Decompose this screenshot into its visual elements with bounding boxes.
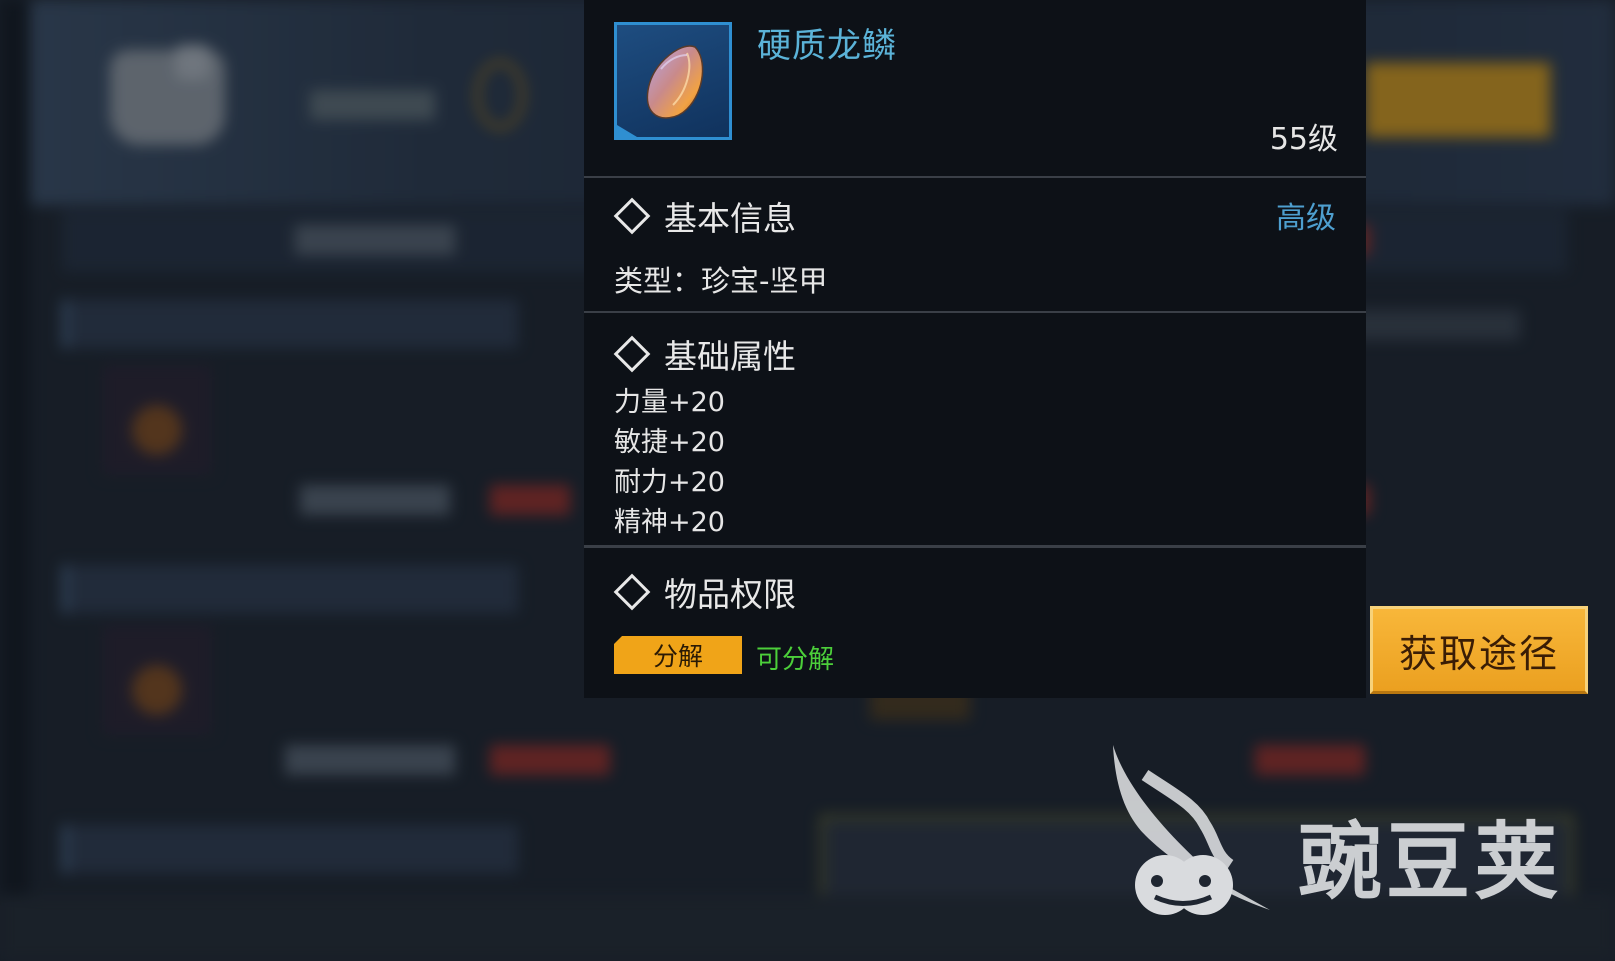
diamond-icon (613, 335, 651, 373)
dragon-scale-gem-icon (646, 45, 704, 119)
item-icon-frame (614, 22, 732, 140)
attribute-line: 精神+20 (614, 507, 725, 538)
base-attributes-title: 基础属性 (613, 330, 796, 378)
attribute-line: 耐力+20 (614, 467, 725, 498)
item-type: 类型：珍宝-坚甲 (614, 264, 828, 298)
diamond-icon (613, 197, 651, 235)
attribute-line: 力量+20 (614, 387, 725, 418)
decompose-status: 可分解 (756, 645, 835, 675)
grade-label: 高级 (1276, 201, 1336, 236)
watermark-text: 豌豆荚 (1298, 813, 1563, 911)
permissions-title: 物品权限 (613, 568, 796, 616)
divider (584, 176, 1366, 178)
item-name: 硬质龙鳞 (757, 26, 897, 66)
watermark-logo-icon (1113, 745, 1270, 915)
divider (584, 311, 1366, 313)
item-level: 55级 (1269, 122, 1338, 157)
item-tooltip: 硬质龙鳞 55级 基本信息 高级 类型：珍宝-坚甲 基础属性 力量+20 敏捷+… (584, 0, 1366, 698)
diamond-icon (613, 573, 651, 611)
basic-info-title: 基本信息 (613, 192, 796, 240)
acquire-path-button[interactable]: 获取途径 (1370, 606, 1588, 694)
decompose-tag: 分解 (614, 636, 742, 674)
divider (584, 545, 1366, 548)
attribute-line: 敏捷+20 (614, 427, 725, 458)
